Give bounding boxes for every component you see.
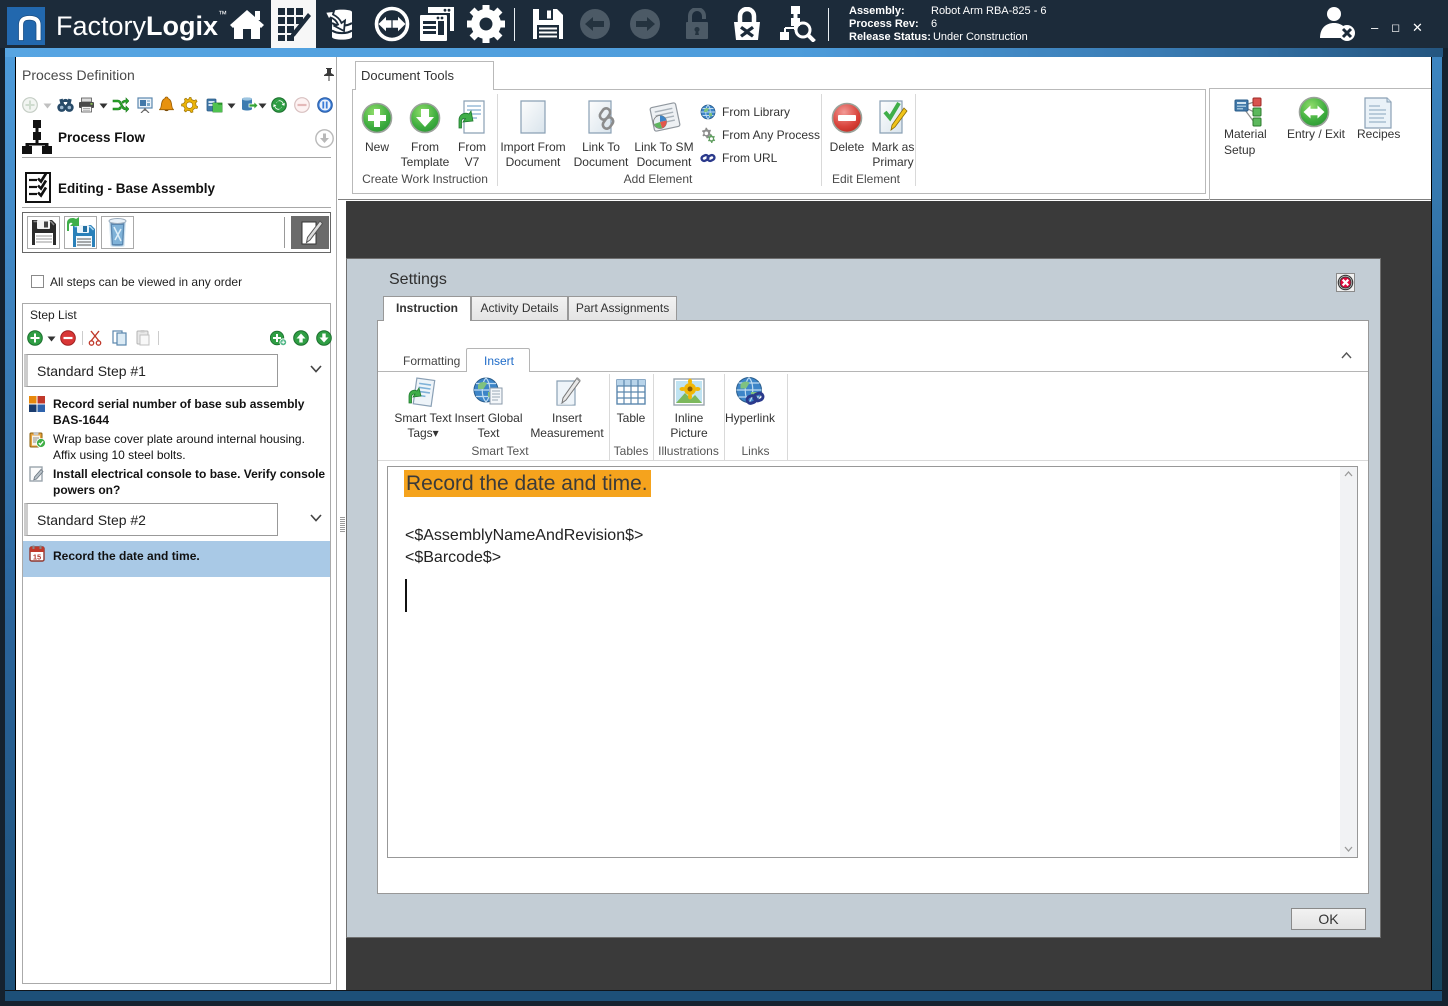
svg-text:15: 15 [33,553,41,562]
